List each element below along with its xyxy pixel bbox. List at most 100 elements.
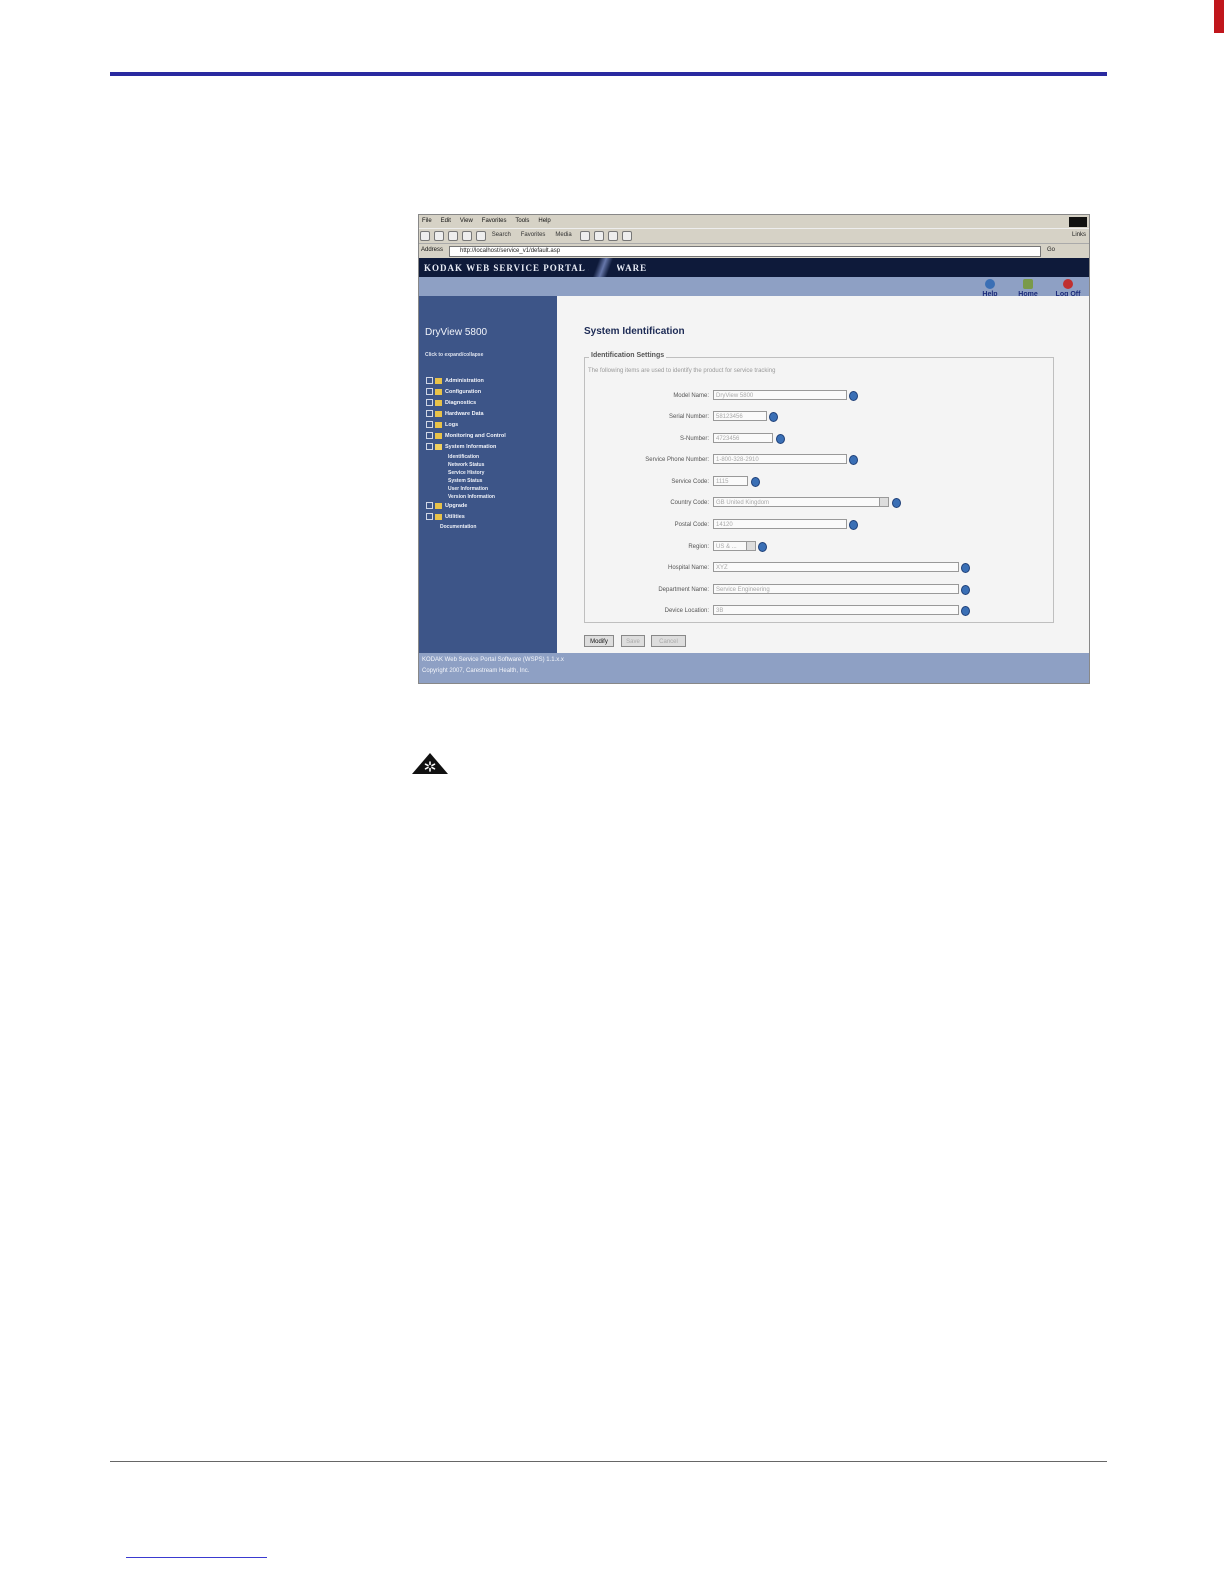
- help-icon[interactable]: [961, 563, 970, 573]
- portal-footer: KODAK Web Service Portal Software (WSPS)…: [419, 653, 1089, 683]
- tree-item-logs[interactable]: Logs: [426, 420, 554, 431]
- links-label[interactable]: Links: [1072, 232, 1086, 238]
- help-icon[interactable]: [849, 391, 858, 401]
- postal-code-field[interactable]: 14120: [713, 519, 847, 529]
- tree-label: Administration: [445, 378, 484, 384]
- help-icon[interactable]: [751, 477, 760, 487]
- expand-icon[interactable]: [426, 502, 433, 510]
- field-label: Region:: [688, 544, 709, 550]
- menu-view[interactable]: View: [460, 218, 473, 224]
- banner-decoration: [589, 258, 617, 277]
- help-icon[interactable]: [961, 606, 970, 616]
- expand-icon[interactable]: [426, 513, 433, 521]
- tree-item-system-information[interactable]: System Information: [426, 442, 554, 453]
- header-rule: [110, 72, 1107, 76]
- edit-icon[interactable]: [621, 231, 632, 241]
- modify-button[interactable]: Modify: [584, 635, 614, 647]
- tree-item-administration[interactable]: Administration: [426, 376, 554, 387]
- stop-icon[interactable]: [447, 231, 458, 241]
- go-button[interactable]: Go: [1047, 247, 1055, 253]
- print-icon[interactable]: [607, 231, 618, 241]
- device-location-field[interactable]: 3B: [713, 605, 959, 615]
- footer-link-underline: [126, 1557, 267, 1558]
- expand-icon[interactable]: [426, 421, 433, 429]
- tree-subitem-user-information[interactable]: User Information: [426, 485, 554, 493]
- field-label: Service Code:: [671, 479, 709, 485]
- serial-number-field[interactable]: 58123456: [713, 411, 767, 421]
- expand-icon[interactable]: [426, 432, 433, 440]
- expand-collapse-link[interactable]: Click to expand/collapse: [425, 352, 483, 358]
- s-number-field[interactable]: 4723456: [713, 433, 773, 443]
- tree-label: Monitoring and Control: [445, 433, 506, 439]
- open-folder-icon: [435, 443, 442, 450]
- help-icon[interactable]: [776, 434, 785, 444]
- field-label: Hospital Name:: [667, 565, 709, 571]
- model-name-field[interactable]: DryView 5800: [713, 390, 847, 400]
- help-icon[interactable]: [961, 585, 970, 595]
- folder-icon: [435, 513, 442, 520]
- expand-icon[interactable]: [426, 410, 433, 418]
- address-label: Address: [421, 247, 444, 253]
- menu-file[interactable]: File: [422, 218, 432, 224]
- tree-subitem-identification[interactable]: Identification: [426, 453, 554, 461]
- tree-label: Utilities: [445, 514, 465, 520]
- tree-item-configuration[interactable]: Configuration: [426, 387, 554, 398]
- field-label: Serial Number:: [668, 414, 709, 420]
- expand-icon[interactable]: [426, 399, 433, 407]
- menu-favorites[interactable]: Favorites: [482, 218, 507, 224]
- browser-toolbar: Search Favorites Media: [419, 228, 1089, 243]
- help-icon[interactable]: [758, 542, 767, 552]
- folder-icon: [435, 432, 442, 439]
- important-notice-icon: [412, 753, 448, 774]
- tree-item-upgrade[interactable]: Upgrade: [426, 501, 554, 512]
- region-value: US & ...: [716, 544, 737, 550]
- save-button[interactable]: Save: [621, 635, 645, 647]
- toolbar-favorites-button[interactable]: Favorites: [521, 232, 546, 238]
- field-label: S-Number:: [679, 436, 709, 442]
- group-legend: Identification Settings: [589, 352, 667, 359]
- tree-item-monitoring[interactable]: Monitoring and Control: [426, 431, 554, 442]
- tree-subitem-service-history[interactable]: Service History: [426, 469, 554, 477]
- tree-item-hardware-data[interactable]: Hardware Data: [426, 409, 554, 420]
- cancel-button[interactable]: Cancel: [651, 635, 686, 647]
- history-icon[interactable]: [579, 231, 590, 241]
- toolbar-search-button[interactable]: Search: [492, 232, 511, 238]
- help-icon[interactable]: [769, 412, 778, 422]
- tree-item-diagnostics[interactable]: Diagnostics: [426, 398, 554, 409]
- menu-edit[interactable]: Edit: [441, 218, 451, 224]
- help-icon: [985, 279, 995, 289]
- house-icon: [1023, 279, 1033, 289]
- service-code-field[interactable]: 1115: [713, 476, 748, 486]
- help-icon[interactable]: [849, 455, 858, 465]
- region-select[interactable]: US & ...: [713, 541, 756, 551]
- toolbar-media-button[interactable]: Media: [555, 232, 571, 238]
- tree-item-documentation[interactable]: Documentation: [426, 523, 554, 532]
- back-icon[interactable]: [420, 231, 430, 241]
- tree-subitem-network-status[interactable]: Network Status: [426, 461, 554, 469]
- menu-tools[interactable]: Tools: [515, 218, 529, 224]
- collapse-icon[interactable]: [426, 443, 433, 451]
- tree-item-utilities[interactable]: Utilities: [426, 512, 554, 523]
- hospital-name-field[interactable]: XYZ: [713, 562, 959, 572]
- chevron-down-icon[interactable]: [746, 542, 755, 550]
- tree-subitem-system-status[interactable]: System Status: [426, 477, 554, 485]
- menu-help[interactable]: Help: [538, 218, 550, 224]
- mail-icon[interactable]: [593, 231, 604, 241]
- help-icon[interactable]: [849, 520, 858, 530]
- country-code-select[interactable]: GB United Kingdom: [713, 497, 889, 507]
- expand-icon[interactable]: [426, 377, 433, 385]
- windows-logo-icon: [1069, 217, 1087, 227]
- field-label: Device Location:: [664, 608, 709, 614]
- department-name-field[interactable]: Service Engineering: [713, 584, 959, 594]
- logoff-icon: [1063, 279, 1073, 289]
- forward-icon[interactable]: [433, 231, 444, 241]
- service-phone-field[interactable]: 1-800-328-2910: [713, 454, 847, 464]
- tree-subitem-version-information[interactable]: Version Information: [426, 493, 554, 501]
- refresh-icon[interactable]: [461, 231, 472, 241]
- expand-icon[interactable]: [426, 388, 433, 396]
- chevron-down-icon[interactable]: [879, 498, 888, 506]
- address-input[interactable]: http://localhost/service_v1/default.asp: [449, 246, 1041, 257]
- home-icon[interactable]: [475, 231, 486, 241]
- main-content: System Identification Identification Set…: [557, 296, 1089, 653]
- help-icon[interactable]: [892, 498, 901, 508]
